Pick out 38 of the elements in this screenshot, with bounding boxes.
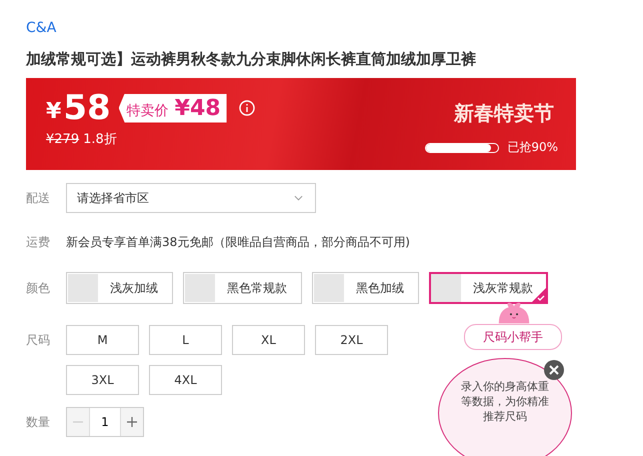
photo-placeholder — [314, 274, 344, 302]
size-option[interactable]: 3XL — [66, 365, 139, 395]
info-icon[interactable] — [238, 100, 255, 116]
promo-title: 新春特卖节 — [454, 100, 554, 127]
size-option[interactable]: 4XL — [149, 365, 222, 395]
field-label: 尺码 — [26, 332, 51, 349]
size-option[interactable]: XL — [232, 325, 305, 355]
currency-sign: ¥ — [46, 98, 62, 124]
color-option[interactable]: 浅灰常规款 — [429, 272, 548, 304]
increase-button[interactable] — [121, 408, 143, 436]
size-option[interactable]: 2XL — [315, 325, 388, 355]
field-label: 运费 — [26, 234, 51, 251]
caret-icon — [294, 195, 303, 201]
field-label: 颜色 — [26, 280, 51, 297]
plus-icon — [126, 416, 138, 428]
size-helper-button[interactable]: 尺码小帮手 — [464, 324, 562, 350]
field-label: 数量 — [26, 414, 51, 431]
check-icon — [532, 288, 546, 302]
region-select[interactable]: 请选择省市区 — [66, 183, 316, 213]
size-option[interactable]: M — [66, 325, 139, 355]
discount: 1.8折 — [83, 132, 117, 147]
photo-placeholder — [185, 274, 215, 302]
field-label: 配送 — [26, 190, 51, 207]
brand-link[interactable]: C&A — [26, 0, 56, 37]
color-option[interactable]: 浅灰加绒 — [66, 272, 173, 304]
color-option[interactable]: 黑色加绒 — [312, 272, 419, 304]
size-option[interactable]: L — [149, 325, 222, 355]
shipping-text: 新会员专享首单满38元免邮（限唯品自营商品，部分商品不可用) — [66, 234, 410, 250]
photo-placeholder — [68, 274, 98, 302]
helper-text: 录入你的身高体重等数据，为你精准推荐尺码 — [461, 379, 549, 424]
photo-placeholder — [431, 274, 461, 302]
color-option[interactable]: 黑色常规款 — [183, 272, 302, 304]
price: 58 — [63, 88, 111, 128]
product-title: 加绒常规可选】运动裤男秋冬款九分束脚休闲长裤直筒加绒加厚卫裤 — [26, 49, 476, 69]
sold-percent: 已抢90% — [507, 139, 558, 156]
close-icon[interactable] — [544, 360, 564, 380]
special-price-tag: 特卖价 ¥48 — [118, 94, 227, 122]
original-price: ¥279 — [46, 132, 80, 147]
